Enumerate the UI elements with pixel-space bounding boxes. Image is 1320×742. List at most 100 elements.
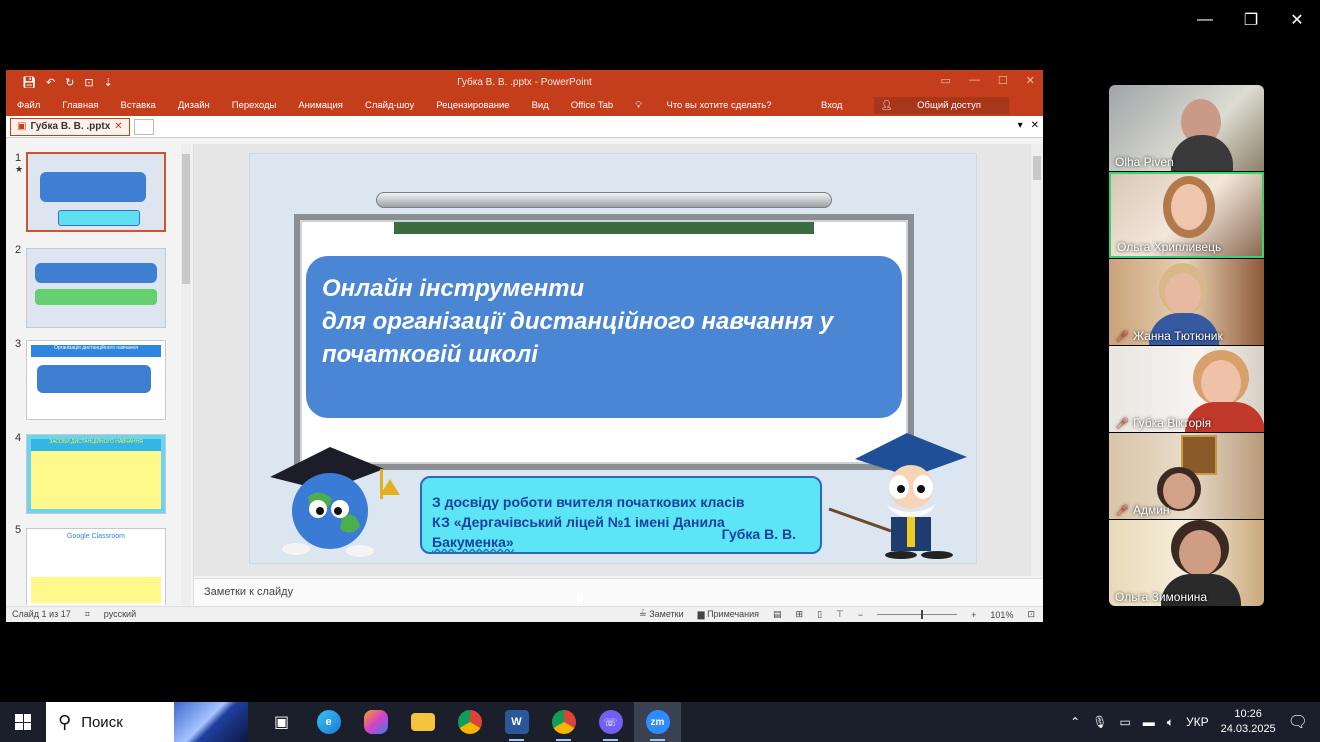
word-button[interactable]: W xyxy=(493,702,540,742)
volume-icon[interactable]: 🔈︎ xyxy=(1167,715,1174,730)
normal-view-icon[interactable]: ▤ xyxy=(773,609,782,620)
start-button[interactable] xyxy=(0,702,46,742)
participant-tile-active-speaker[interactable]: Ольга Хрипливець xyxy=(1109,172,1264,258)
clock[interactable]: 10:26 24.03.2025 xyxy=(1221,707,1276,737)
thumb-number: 1 xyxy=(15,152,22,164)
notes-pane[interactable]: Заметки к слайду xyxy=(194,578,1043,606)
slide-title-box[interactable]: Онлайн інструменти для організації диста… xyxy=(306,256,902,418)
close-tab-icon[interactable]: ✕ xyxy=(114,121,122,132)
ppt-minimize-icon[interactable]: — xyxy=(969,74,980,87)
thumbnails-scrollbar[interactable] xyxy=(181,144,191,605)
zoom-level[interactable]: 101% xyxy=(990,610,1013,620)
fit-slide-icon[interactable]: ⊡ xyxy=(1027,609,1035,620)
zoom-slider[interactable] xyxy=(877,610,958,619)
ppt-close-icon[interactable]: ✕ xyxy=(1026,74,1035,87)
participant-tile[interactable]: Olha Piven xyxy=(1109,85,1264,171)
document-tab-label: Губка В. В. .pptx xyxy=(30,121,111,132)
zoom-app-button[interactable]: zm xyxy=(634,702,681,742)
scroll-thumb[interactable] xyxy=(1033,156,1041,180)
zoom-in-icon[interactable]: + xyxy=(971,610,976,620)
slideshow-icon[interactable]: ⊤ xyxy=(836,609,844,620)
participant-name: Ольга Зимонина xyxy=(1115,590,1208,604)
participant-tile[interactable]: 🎤︎ Админ xyxy=(1109,433,1264,519)
clock-date: 24.03.2025 xyxy=(1220,723,1276,735)
tab-design[interactable]: Дизайн xyxy=(178,100,210,111)
slide-thumbnail-2[interactable] xyxy=(26,248,166,328)
participant-tile[interactable]: Ольга Зимонина xyxy=(1109,520,1264,606)
network-icon[interactable]: ▭ xyxy=(1119,715,1130,729)
sign-in-link[interactable]: Вход xyxy=(821,100,843,111)
slide-thumbnail-4[interactable]: ЗАСОБИ ДИСТАНЦІЙНОГО НАВЧАННЯ xyxy=(26,434,166,514)
viber-button[interactable]: ☏ xyxy=(587,702,634,742)
word-icon: W xyxy=(504,710,529,734)
slide-info-box[interactable]: З досвіду роботи вчителя початкових клас… xyxy=(420,476,822,554)
slide-thumbnail-1[interactable] xyxy=(26,152,166,232)
notes-button[interactable]: ≟ Заметки xyxy=(639,609,683,620)
search-highlight-image xyxy=(174,702,248,742)
copilot-button[interactable] xyxy=(352,702,399,742)
slide-scrollbar[interactable] xyxy=(1031,144,1043,576)
muted-mic-icon: 🎤︎ xyxy=(1115,330,1129,343)
language-indicator[interactable]: УКР xyxy=(1186,715,1209,729)
ppt-maximize-icon[interactable]: ☐ xyxy=(998,74,1008,87)
participant-tile[interactable]: 🎤︎ Губка Вікторія xyxy=(1109,346,1264,432)
reading-view-icon[interactable]: ▯ xyxy=(817,609,822,620)
chrome-icon xyxy=(551,710,576,734)
tab-list-icon[interactable]: ▾ xyxy=(1018,120,1023,131)
participant-name-row: Ольга Зимонина xyxy=(1115,590,1207,604)
thumb-blue-shape xyxy=(35,263,157,283)
undo-icon[interactable]: ↶ xyxy=(46,76,55,89)
participant-name: Админ xyxy=(1132,503,1170,517)
tab-home[interactable]: Главная xyxy=(62,100,98,111)
slide-thumbnail-3[interactable]: Організація дистанційного навчання xyxy=(26,340,166,420)
redo-icon[interactable]: ↻ xyxy=(65,76,74,89)
language-indicator[interactable]: русский xyxy=(104,609,136,620)
presenter-icon[interactable]: ⊡ xyxy=(84,76,93,89)
taskbar-apps: ▣ e W ☏ zm xyxy=(258,702,681,742)
document-tab[interactable]: ▣ Губка В. В. .pptx ✕ xyxy=(10,117,130,136)
taskbar-search[interactable]: ⚲ Поиск xyxy=(46,702,248,742)
notifications-icon[interactable]: 🗨︎ xyxy=(1288,712,1308,732)
slide-thumbnail-5[interactable]: Google Classroom xyxy=(26,528,166,605)
close-all-icon[interactable]: ✕ xyxy=(1031,120,1039,131)
tab-transitions[interactable]: Переходы xyxy=(232,100,277,111)
chevron-up-icon[interactable]: ⌃ xyxy=(1070,715,1080,729)
chrome-profile-button[interactable] xyxy=(540,702,587,742)
tell-me-box[interactable]: 💡︎ Что вы хотите сделать? xyxy=(635,100,793,111)
microphone-icon[interactable]: 🎙︎ xyxy=(1092,715,1107,729)
slide-sorter-icon[interactable]: ⊞ xyxy=(796,609,804,620)
zoom-out-icon[interactable]: − xyxy=(858,610,863,620)
tab-review[interactable]: Рецензирование xyxy=(436,100,509,111)
minimize-button[interactable]: — xyxy=(1182,8,1228,32)
slide[interactable]: Онлайн інструменти для організації диста… xyxy=(249,153,977,564)
tab-animation[interactable]: Анимация xyxy=(298,100,343,111)
chrome-button[interactable] xyxy=(446,702,493,742)
thumb-number: 5 xyxy=(15,524,22,536)
save-icon[interactable]: 💾︎ xyxy=(22,76,36,89)
share-button[interactable]: 👤︎ Общий доступ xyxy=(874,96,1009,114)
new-tab-button[interactable] xyxy=(133,118,154,135)
spellcheck-icon[interactable]: ⌗ xyxy=(85,609,90,620)
tab-insert[interactable]: Вставка xyxy=(121,100,156,111)
restore-button[interactable]: ❐ xyxy=(1228,8,1274,32)
ribbon-options-icon[interactable]: ▭ xyxy=(941,74,951,87)
tab-file[interactable]: Файл xyxy=(17,100,40,111)
tab-slideshow[interactable]: Слайд-шоу xyxy=(365,100,414,111)
tab-office-tab[interactable]: Office Tab xyxy=(571,100,613,111)
status-left: Слайд 1 из 17 ⌗ русский xyxy=(12,609,136,620)
tab-view[interactable]: Вид xyxy=(532,100,549,111)
file-explorer-button[interactable] xyxy=(399,702,446,742)
task-view-button[interactable]: ▣ xyxy=(258,702,305,742)
battery-icon[interactable]: ▬ xyxy=(1143,715,1155,729)
scroll-thumb[interactable] xyxy=(182,154,190,284)
search-placeholder: Поиск xyxy=(81,713,123,731)
star-icon: ★ xyxy=(15,164,24,174)
pptx-file-icon: ▣ xyxy=(17,121,27,132)
participant-tile[interactable]: 🎤︎ Жанна Тютюник xyxy=(1109,259,1264,345)
comments-button[interactable]: ▆ Примечания xyxy=(698,609,759,620)
close-button[interactable]: ✕ xyxy=(1274,8,1320,32)
edge-button[interactable]: e xyxy=(305,702,352,742)
customize-qat-icon[interactable]: ⇣ xyxy=(104,76,113,89)
comments-label: Примечания xyxy=(707,609,760,619)
participant-name-row: 🎤︎ Жанна Тютюник xyxy=(1115,329,1223,343)
